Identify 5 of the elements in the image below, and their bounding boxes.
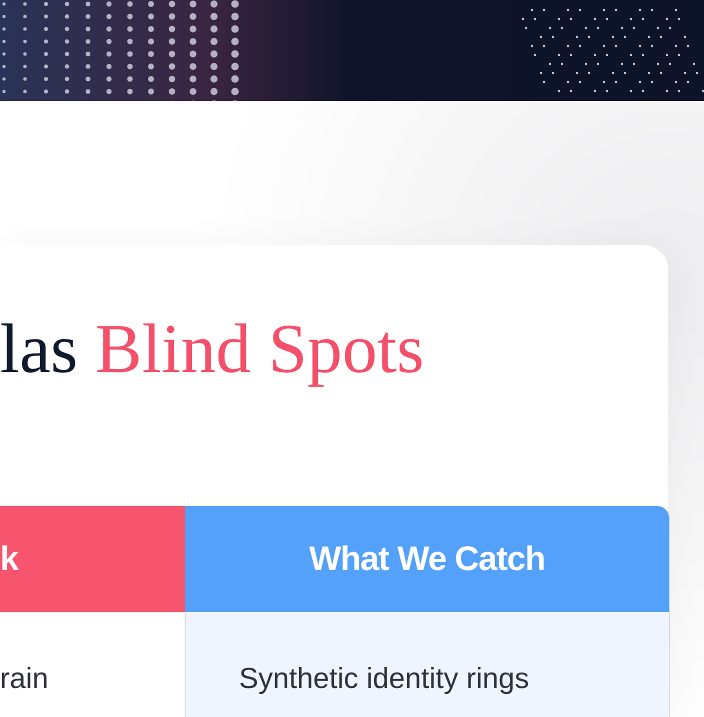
column-header: k <box>0 506 185 612</box>
section-heading: las Blind Spots <box>0 315 425 385</box>
column-header: What We Catch <box>185 506 669 612</box>
table-cell-text: Synthetic identity rings <box>239 664 530 696</box>
table-cell-text: rain <box>0 664 50 696</box>
